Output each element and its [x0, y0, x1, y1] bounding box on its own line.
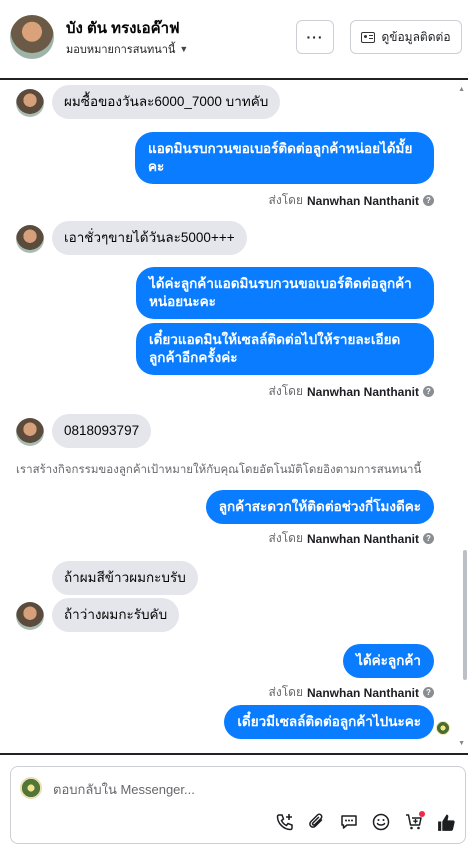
message-line: ลูกค้าสะดวกให้ติดต่อช่วงกี่โมงดีคะ — [218, 499, 421, 514]
saved-replies-icon[interactable] — [338, 811, 360, 833]
incoming-message[interactable]: ถ้าผมสีข้าวผมกะบรับ — [52, 561, 198, 595]
scroll-up-icon[interactable]: ▲ — [458, 86, 465, 93]
more-options-label: ··· — [306, 29, 324, 45]
sent-by-label: ส่งโดย Nanwhan Nanthanit ? — [269, 191, 434, 210]
contact-avatar[interactable] — [10, 15, 54, 59]
outgoing-message[interactable]: ได้ค่ะลูกค้า — [343, 644, 434, 678]
incoming-message[interactable]: เอาชั่วๆขายได้วันละ5000+++ — [52, 221, 247, 255]
help-icon[interactable]: ? — [423, 386, 434, 397]
emoji-icon[interactable] — [370, 811, 392, 833]
thumbs-up-icon[interactable] — [435, 811, 457, 833]
sent-by-prefix: ส่งโดย — [268, 193, 303, 207]
seen-indicator-avatar — [436, 721, 450, 735]
attachment-icon[interactable] — [306, 811, 328, 833]
caret-down-icon: ▼ — [179, 44, 189, 54]
conversation-header: บัง ตัน ทรงเอค๊าฟ มอบหมายการสนทนานี้ ▼ ·… — [0, 0, 468, 78]
sender-avatar — [16, 418, 44, 446]
system-notice: เราสร้างกิจกรรมของลูกค้าเป้าหมายให้กับคุ… — [16, 464, 422, 476]
message-line: เดี๋ยวมีเซลล์ติดต่อลูกค้าไปนะคะ — [237, 714, 421, 729]
sender-avatar — [16, 602, 44, 630]
scroll-down-icon[interactable]: ▼ — [458, 740, 465, 747]
add-to-cart-icon[interactable] — [403, 811, 425, 833]
message-line: ได้ค่ะลูกค้าแอดมินรบกวนขอเบอร์ติดต่อลูกค… — [149, 276, 412, 291]
message-thread[interactable]: ▲ ผมซื้อของวันละ6000_7000 บาทคับ แอดมินร… — [0, 78, 468, 755]
scrollbar-thumb[interactable] — [463, 550, 467, 680]
sent-by-label: ส่งโดย Nanwhan Nanthanit ? — [269, 683, 434, 702]
incoming-message[interactable]: ถ้าว่างผมกะรับคับ — [52, 598, 180, 632]
help-icon[interactable]: ? — [423, 533, 434, 544]
notification-dot — [419, 811, 425, 817]
help-icon[interactable]: ? — [423, 687, 434, 698]
view-contact-info-button[interactable]: ดูข้อมูลติดต่อ — [350, 20, 462, 54]
outgoing-message[interactable]: ลูกค้าสะดวกให้ติดต่อช่วงกี่โมงดีคะ — [205, 490, 434, 524]
page-avatar — [20, 777, 42, 799]
sent-by-prefix: ส่งโดย — [268, 531, 303, 545]
outgoing-message[interactable]: เดี๋ยวแอดมินให้เซลล์ติดต่อไปให้รายละเอีย… — [136, 323, 434, 375]
assign-conversation-dropdown[interactable]: มอบหมายการสนทนานี้ ▼ — [66, 40, 188, 58]
sender-name[interactable]: Nanwhan Nanthanit — [307, 532, 419, 546]
reply-input[interactable] — [53, 779, 353, 799]
more-options-button[interactable]: ··· — [296, 20, 334, 54]
sender-name[interactable]: Nanwhan Nanthanit — [307, 194, 419, 208]
sender-name[interactable]: Nanwhan Nanthanit — [307, 385, 419, 399]
message-line: ได้ค่ะลูกค้า — [356, 653, 421, 668]
reply-composer — [10, 766, 466, 844]
view-contact-info-label: ดูข้อมูลติดต่อ — [381, 29, 451, 44]
sent-by-prefix: ส่งโดย — [268, 384, 303, 398]
outgoing-message[interactable]: ได้ค่ะลูกค้าแอดมินรบกวนขอเบอร์ติดต่อลูกค… — [136, 267, 434, 319]
contact-name[interactable]: บัง ตัน ทรงเอค๊าฟ — [66, 16, 180, 40]
help-icon[interactable]: ? — [423, 195, 434, 206]
outgoing-message[interactable]: แอดมินรบกวนขอเบอร์ติดต่อลูกค้าหน่อยได้มั… — [135, 132, 434, 184]
sent-by-label: ส่งโดย Nanwhan Nanthanit ? — [269, 529, 434, 548]
outgoing-message[interactable]: เดี๋ยวมีเซลล์ติดต่อลูกค้าไปนะคะ — [224, 705, 434, 739]
incoming-message[interactable]: ผมซื้อของวันละ6000_7000 บาทคับ — [52, 85, 281, 119]
message-line: ลูกค้าอีกครั้งค่ะ — [149, 350, 238, 365]
sent-by-label: ส่งโดย Nanwhan Nanthanit ? — [269, 382, 434, 401]
message-line: หน่อยนะคะ — [149, 294, 216, 309]
contact-card-icon — [361, 31, 376, 43]
sender-avatar — [16, 225, 44, 253]
incoming-message[interactable]: 0818093797 — [52, 414, 152, 448]
message-line: เดี๋ยวแอดมินให้เซลล์ติดต่อไปให้รายละเอีย… — [149, 332, 401, 347]
sender-name[interactable]: Nanwhan Nanthanit — [307, 686, 419, 700]
sender-avatar — [16, 89, 44, 117]
message-line: แอดมินรบกวนขอเบอร์ติดต่อลูกค้าหน่อยได้มั… — [148, 141, 413, 156]
sent-by-prefix: ส่งโดย — [268, 685, 303, 699]
assign-label: มอบหมายการสนทนานี้ — [66, 44, 176, 56]
message-line: คะ — [148, 159, 165, 174]
add-call-icon[interactable] — [274, 811, 296, 833]
